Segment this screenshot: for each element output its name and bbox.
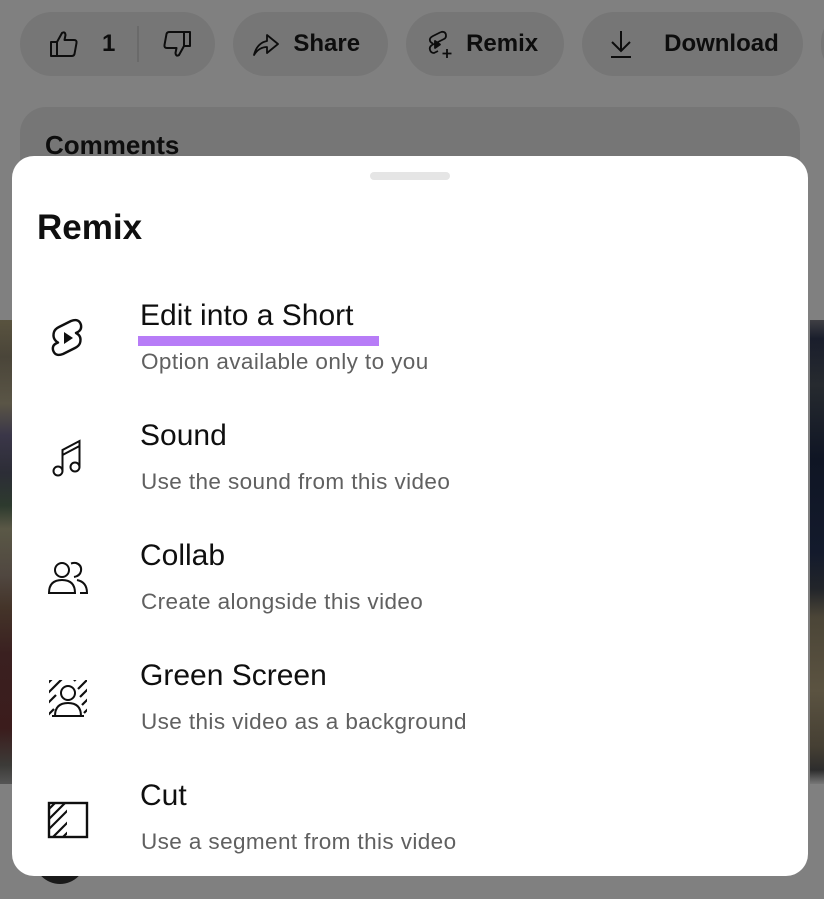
option-label: Green Screen xyxy=(140,659,327,692)
music-note-icon xyxy=(44,434,92,482)
share-button[interactable]: Share xyxy=(233,12,389,76)
option-subtitle: Use the sound from this video xyxy=(141,469,451,494)
remix-label: Remix xyxy=(466,30,539,57)
people-icon xyxy=(44,554,92,602)
sheet-drag-handle[interactable] xyxy=(370,172,450,180)
download-label: Download xyxy=(664,30,779,57)
download-button[interactable]: Download xyxy=(582,12,803,76)
remix-option-cut[interactable]: Cut Use a segment from this video xyxy=(12,778,808,898)
green-screen-icon xyxy=(44,674,92,722)
video-action-bar: 1 Share Remix Download xyxy=(20,12,824,76)
option-subtitle: Use this video as a background xyxy=(141,709,467,734)
option-subtitle: Option available only to you xyxy=(141,349,429,374)
thumbs-down-icon[interactable] xyxy=(161,28,193,60)
option-label: Cut xyxy=(140,779,187,812)
option-label: Sound xyxy=(140,419,227,452)
share-arrow-icon xyxy=(251,29,281,59)
shorts-icon xyxy=(44,314,92,362)
highlight-underline xyxy=(138,336,379,346)
remix-option-green-screen[interactable]: Green Screen Use this video as a backgro… xyxy=(12,658,808,778)
remix-option-sound[interactable]: Sound Use the sound from this video xyxy=(12,418,808,538)
remix-option-collab[interactable]: Collab Create alongside this video xyxy=(12,538,808,658)
like-count: 1 xyxy=(102,30,116,57)
option-label: Edit into a Short xyxy=(140,299,354,332)
remix-button[interactable]: Remix xyxy=(406,12,565,76)
share-label: Share xyxy=(293,30,361,57)
video-thumbnail-right xyxy=(810,320,824,784)
download-icon xyxy=(608,28,634,60)
option-subtitle: Use a segment from this video xyxy=(141,829,457,854)
option-label: Collab xyxy=(140,539,226,572)
like-divider xyxy=(137,26,140,62)
cut-segment-icon xyxy=(44,796,92,844)
like-dislike-group: 1 xyxy=(20,12,216,76)
sheet-title: Remix xyxy=(37,208,143,247)
option-subtitle: Create alongside this video xyxy=(141,589,424,614)
thumbs-up-icon[interactable] xyxy=(48,28,80,60)
remix-icon xyxy=(424,28,454,60)
remix-sheet: Remix Edit into a Short Option available… xyxy=(12,156,808,876)
remix-option-edit-into-short[interactable]: Edit into a Short Option available only … xyxy=(12,298,808,418)
